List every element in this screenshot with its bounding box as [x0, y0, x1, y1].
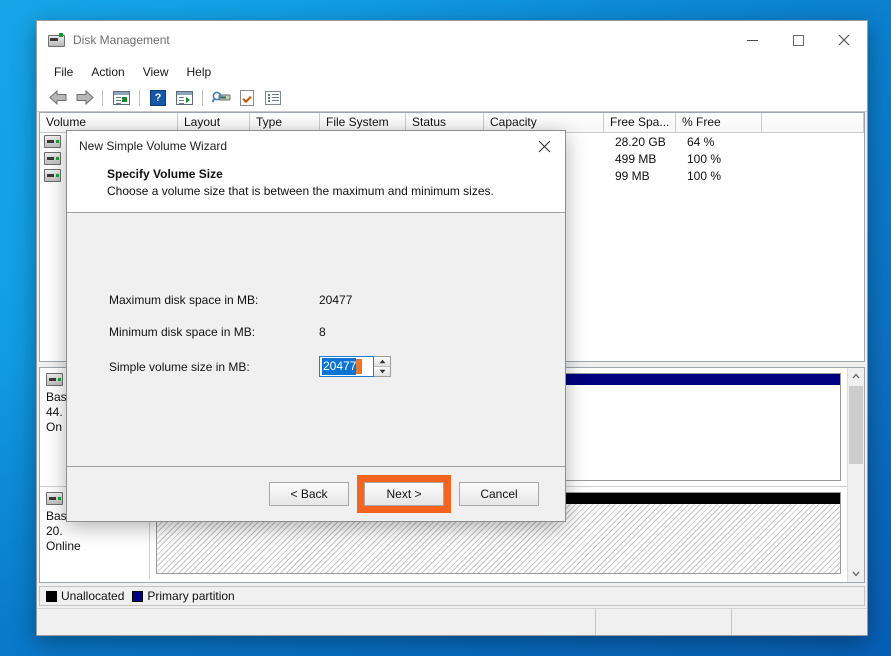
- status-pane-2: [596, 609, 732, 635]
- toolbar-separator-2: [139, 90, 140, 106]
- disk-management-icon: [48, 32, 64, 48]
- dialog-close-button[interactable]: [523, 131, 565, 161]
- field-min-disk-space: Minimum disk space in MB: 8: [109, 325, 525, 339]
- value-min-disk-space: 8: [319, 325, 525, 339]
- help-icon-label: ?: [150, 90, 166, 106]
- toolbar-separator-3: [202, 90, 203, 106]
- spinner-up-icon[interactable]: [374, 357, 390, 367]
- legend-label-unallocated: Unallocated: [61, 589, 124, 603]
- dialog-header: Specify Volume Size Choose a volume size…: [67, 161, 565, 213]
- field-simple-volume-size: Simple volume size in MB: 20477: [109, 356, 525, 377]
- disk-1-status: Online: [46, 539, 143, 554]
- scrollbar-thumb[interactable]: [849, 386, 863, 464]
- text-caret: [356, 359, 362, 374]
- dialog-titlebar[interactable]: New Simple Volume Wizard: [67, 131, 565, 161]
- forward-arrow-icon[interactable]: [73, 87, 95, 109]
- minimize-button[interactable]: [729, 21, 775, 59]
- cell-free-space: 28.20 GB: [609, 135, 681, 149]
- simple-volume-size-control: 20477: [319, 356, 525, 377]
- show-action-pane-icon[interactable]: [173, 87, 195, 109]
- scroll-up-icon[interactable]: [848, 368, 864, 384]
- dialog-body: Maximum disk space in MB: 20477 Minimum …: [67, 213, 565, 466]
- volume-size-spinner[interactable]: 20477: [319, 356, 391, 377]
- cell-percent-free: 100 %: [681, 169, 767, 183]
- status-pane-3: [732, 609, 867, 635]
- column-header-filler: [762, 113, 864, 133]
- menu-item-view[interactable]: View: [134, 62, 178, 82]
- drive-icon: [44, 169, 61, 182]
- label-simple-volume-size: Simple volume size in MB:: [109, 360, 319, 374]
- scrollbar-track[interactable]: [848, 384, 864, 566]
- toolbar-separator-1: [102, 90, 103, 106]
- toolbar: ?: [37, 84, 867, 112]
- menu-item-file[interactable]: File: [45, 62, 82, 82]
- status-bar: [37, 608, 867, 635]
- cancel-button[interactable]: Cancel: [459, 482, 539, 506]
- rescan-disks-icon[interactable]: [210, 87, 232, 109]
- spinner-buttons: [374, 356, 391, 377]
- dialog-footer: < Back Next > Cancel: [67, 466, 565, 521]
- drive-icon: [44, 152, 61, 165]
- maximize-button[interactable]: [775, 21, 821, 59]
- legend-label-primary: Primary partition: [147, 589, 234, 603]
- dialog-title: New Simple Volume Wizard: [67, 139, 523, 153]
- dialog-heading: Specify Volume Size: [107, 167, 565, 181]
- volume-size-value: 20477: [322, 358, 356, 375]
- field-max-disk-space: Maximum disk space in MB: 20477: [109, 293, 525, 307]
- disk-1-size: 20.: [46, 524, 143, 539]
- window-titlebar[interactable]: Disk Management: [37, 21, 867, 59]
- window-controls: [729, 21, 867, 59]
- legend-item-unallocated: Unallocated: [46, 589, 124, 603]
- disk-pane-scrollbar[interactable]: [847, 368, 864, 582]
- scroll-down-icon[interactable]: [848, 566, 864, 582]
- next-button[interactable]: Next >: [364, 482, 444, 506]
- window-title: Disk Management: [73, 33, 729, 47]
- menu-bar: File Action View Help: [37, 59, 867, 84]
- legend-swatch-primary: [132, 591, 143, 602]
- back-arrow-icon[interactable]: [47, 87, 69, 109]
- column-header-percent-free[interactable]: % Free: [676, 113, 762, 133]
- value-max-disk-space: 20477: [319, 293, 525, 307]
- menu-item-action[interactable]: Action: [82, 62, 133, 82]
- volume-size-input[interactable]: 20477: [319, 356, 374, 377]
- spinner-down-icon[interactable]: [374, 367, 390, 376]
- properties-icon[interactable]: [236, 87, 258, 109]
- legend-item-primary-partition: Primary partition: [132, 589, 234, 603]
- cell-percent-free: 64 %: [681, 135, 767, 149]
- legend: Unallocated Primary partition: [39, 586, 865, 606]
- disk-icon: [46, 373, 63, 386]
- cell-percent-free: 100 %: [681, 152, 767, 166]
- menu-item-help[interactable]: Help: [178, 62, 221, 82]
- help-icon[interactable]: ?: [147, 87, 169, 109]
- disk-icon: [46, 492, 63, 505]
- close-button[interactable]: [821, 21, 867, 59]
- label-max-disk-space: Maximum disk space in MB:: [109, 293, 319, 307]
- show-hide-console-tree-icon[interactable]: [110, 87, 132, 109]
- label-min-disk-space: Minimum disk space in MB:: [109, 325, 319, 339]
- back-button[interactable]: < Back: [269, 482, 349, 506]
- next-button-highlight: Next >: [357, 475, 451, 513]
- legend-swatch-unallocated: [46, 591, 57, 602]
- drive-icon: [44, 135, 61, 148]
- list-view-icon[interactable]: [262, 87, 284, 109]
- column-header-free-space[interactable]: Free Spa...: [604, 113, 676, 133]
- status-pane-1: [37, 609, 596, 635]
- new-simple-volume-wizard-dialog: New Simple Volume Wizard Specify Volume …: [66, 130, 566, 522]
- cell-free-space: 99 MB: [609, 169, 681, 183]
- cell-free-space: 499 MB: [609, 152, 681, 166]
- dialog-subheading: Choose a volume size that is between the…: [107, 184, 565, 198]
